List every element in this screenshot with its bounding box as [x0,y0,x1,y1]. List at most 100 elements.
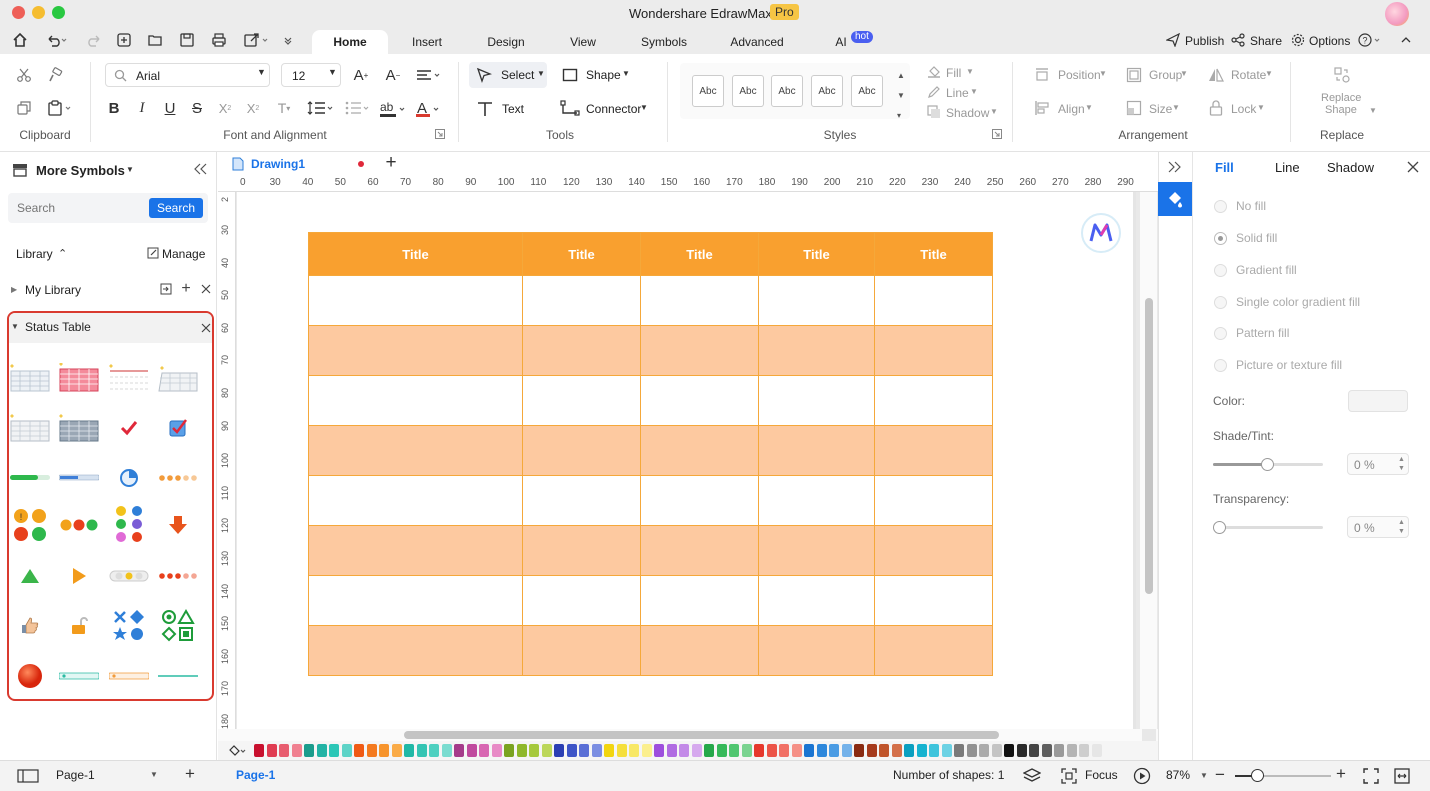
page-select[interactable]: Page-1 [56,768,95,782]
color-swatch[interactable] [766,744,777,757]
subscript-icon[interactable]: X2 [243,98,263,118]
table-cell[interactable] [523,326,641,376]
zoom-level[interactable]: 87% [1166,768,1190,782]
rotate-icon[interactable] [1206,65,1226,85]
group-button[interactable]: Group [1149,68,1182,82]
close-icon[interactable] [199,282,213,296]
table-header-cell[interactable]: Title [875,233,993,276]
tab-view[interactable]: View [560,30,606,54]
color-swatch[interactable] [529,744,539,757]
table-cell[interactable] [875,526,993,576]
table-cell[interactable] [309,626,523,676]
decrease-font-icon[interactable]: A − [383,65,403,85]
maximize-window-button[interactable] [52,6,65,19]
style-preset[interactable]: Abc [771,75,803,107]
document-tab[interactable]: Drawing1 [251,157,305,171]
share-icon[interactable] [1230,32,1246,48]
ai-assistant-icon[interactable] [1081,213,1121,253]
increase-font-icon[interactable]: A + [351,65,371,85]
color-swatch[interactable] [329,744,339,757]
color-swatch[interactable] [441,744,452,757]
triangle-up-icon[interactable] [10,556,50,596]
color-swatch[interactable] [541,744,552,757]
fill-panel-tab-icon[interactable] [1158,182,1192,216]
position-button[interactable]: Position [1058,68,1101,82]
colored-balls-icon[interactable] [109,505,149,545]
shadow-icon[interactable] [926,104,942,120]
color-swatch[interactable] [991,744,1002,757]
table-cell[interactable] [309,576,523,626]
stepper-arrows-icon[interactable]: ▲ ▼ [1398,455,1405,473]
traffic-lights-icon[interactable]: ! [10,505,50,545]
table-header-cell[interactable]: Title [641,233,759,276]
table-cell[interactable] [875,426,993,476]
text-highlight-icon[interactable]: ab [378,98,408,120]
open-folder-icon[interactable] [145,30,165,50]
three-dots-status-icon[interactable] [59,505,99,545]
bold-icon[interactable]: B [105,98,123,118]
table-header-cell[interactable]: Title [309,233,523,276]
color-swatch[interactable] [354,744,364,757]
shape-tool-button[interactable]: Shape ▼ [560,62,640,88]
color-swatch[interactable] [1004,744,1014,757]
page-thumbnail-icon[interactable] [16,768,40,784]
fill-bucket-icon[interactable] [926,64,942,80]
play-icon[interactable] [1132,766,1152,786]
radio-gradient-fill[interactable] [1214,264,1227,277]
table-cell[interactable] [759,376,875,426]
color-swatch[interactable] [654,744,664,757]
text-case-icon[interactable]: T ▾ [271,98,297,118]
thumbs-up-icon[interactable] [10,606,50,646]
color-swatch[interactable] [791,744,802,757]
color-swatch[interactable] [941,744,952,757]
add-page-icon[interactable]: + [185,764,195,784]
format-painter-icon[interactable] [45,65,65,85]
orange-slider-icon[interactable] [109,656,149,696]
table-cell[interactable] [523,376,641,426]
table-header-cell[interactable]: Title [523,233,641,276]
teal-line-icon[interactable] [158,656,198,696]
zoom-slider-handle[interactable] [1251,769,1264,782]
radio-pattern-fill[interactable] [1214,327,1227,340]
table-cell[interactable] [641,576,759,626]
table-cell[interactable] [309,526,523,576]
color-swatch[interactable] [679,744,689,757]
my-library-label[interactable]: My Library [25,283,81,297]
fill-button[interactable]: Fill [946,66,961,80]
search-button[interactable]: Search [149,198,203,218]
color-swatch[interactable] [866,744,877,757]
export-icon[interactable] [242,30,272,50]
shade-slider-handle[interactable] [1261,458,1274,471]
style-preset[interactable]: Abc [732,75,764,107]
color-swatch[interactable] [1054,744,1064,757]
color-swatch[interactable] [504,744,514,757]
cut-icon[interactable] [14,65,34,85]
share-button[interactable]: Share [1250,34,1282,48]
color-swatch[interactable] [1091,744,1102,757]
color-swatch[interactable] [304,744,314,757]
color-swatch[interactable] [716,744,727,757]
search-input[interactable] [8,193,148,223]
table-cell[interactable] [759,626,875,676]
style-preset[interactable]: Abc [811,75,843,107]
table-cell[interactable] [523,526,641,576]
color-swatch[interactable] [379,744,389,757]
color-swatch[interactable] [604,744,614,757]
horizontal-scrollbar-thumb[interactable] [404,731,999,739]
color-swatch[interactable] [404,744,414,757]
table-cell[interactable] [309,376,523,426]
color-swatch[interactable] [829,744,839,757]
redo-icon[interactable] [84,30,104,50]
font-color-icon[interactable]: A [414,98,442,120]
toggle-pills-icon[interactable] [109,556,149,596]
fullscreen-icon[interactable] [1393,767,1411,785]
undo-icon[interactable] [44,30,70,50]
font-family-select[interactable]: Arial ▼ [105,63,270,87]
save-icon[interactable] [177,30,197,50]
style-preset[interactable]: Abc [851,75,883,107]
transparency-stepper[interactable]: 0 % ▲ ▼ [1347,516,1409,538]
replace-shape-icon[interactable] [1332,64,1352,86]
color-swatch[interactable] [429,744,439,757]
tab-symbols[interactable]: Symbols [632,30,696,54]
color-swatch[interactable] [454,744,464,757]
